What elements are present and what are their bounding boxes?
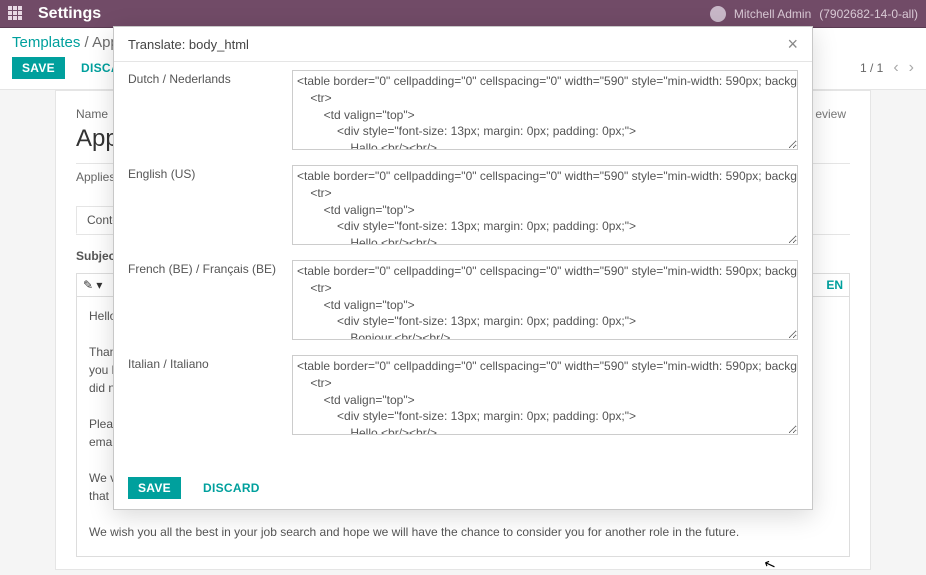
modal-discard-button[interactable]: DISCARD — [193, 477, 270, 499]
translate-textarea-it[interactable] — [292, 355, 798, 435]
translate-textarea-nl[interactable] — [292, 70, 798, 150]
translate-lang-label: English (US) — [128, 165, 292, 248]
translate-row: English (US) — [128, 165, 798, 248]
translate-row: Dutch / Nederlands — [128, 70, 798, 153]
translate-textarea-fr[interactable] — [292, 260, 798, 340]
translate-modal: Translate: body_html × Dutch / Nederland… — [113, 26, 813, 510]
translate-lang-label: French (BE) / Français (BE) — [128, 260, 292, 343]
close-icon[interactable]: × — [787, 35, 798, 53]
translate-row: Italian / Italiano — [128, 355, 798, 438]
modal-save-button[interactable]: SAVE — [128, 477, 181, 499]
translate-row: French (BE) / Français (BE) — [128, 260, 798, 343]
translate-lang-label: Italian / Italiano — [128, 355, 292, 438]
translate-lang-label: Dutch / Nederlands — [128, 70, 292, 153]
modal-body[interactable]: Dutch / Nederlands English (US) French (… — [114, 62, 812, 467]
translate-textarea-en[interactable] — [292, 165, 798, 245]
modal-title: Translate: body_html — [128, 37, 249, 52]
